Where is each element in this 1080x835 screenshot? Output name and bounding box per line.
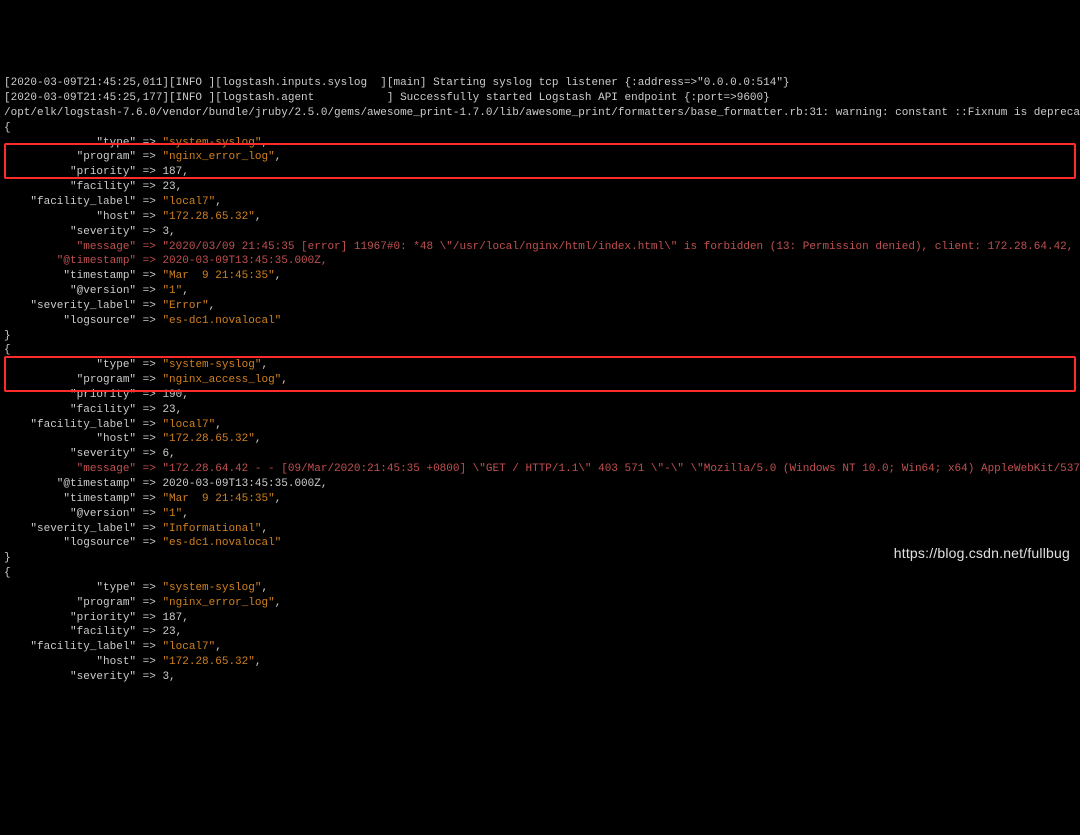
field-facility-label: local7 [169,419,209,431]
terminal-output: [2020-03-09T21:45:25,011][INFO ][logstas… [0,59,1080,686]
field-host: 172.28.65.32 [169,656,248,668]
field-timestamp: Mar 9 21:45:35 [169,493,268,505]
field-version: 1 [169,508,176,520]
field-facility-label: local7 [169,196,209,208]
field-facility-label: local7 [169,641,209,653]
field-timestamp: Mar 9 21:45:35 [169,270,268,282]
field-priority: 187 [162,166,182,178]
field-severity-label: Informational [169,523,255,535]
field-facility: 23 [162,626,175,638]
watermark: https://blog.csdn.net/fullbug [894,544,1070,563]
field-at-timestamp: 2020-03-09T13:45:35.000Z [162,478,320,490]
field-host: 172.28.65.32 [169,433,248,445]
field-type: system-syslog [169,359,255,371]
log-line: /opt/elk/logstash-7.6.0/vendor/bundle/jr… [4,107,1080,119]
field-host: 172.28.65.32 [169,211,248,223]
brace-open: { [4,122,11,134]
field-severity-label: Error [169,300,202,312]
log-line: [2020-03-09T21:45:25,177][INFO ][logstas… [4,92,770,104]
field-message-highlighted: "message" => "2020/03/09 21:45:35 [error… [4,241,1080,253]
brace-open: { [4,344,11,356]
field-message-highlighted: "message" => "172.28.64.42 - - [09/Mar/2… [4,463,1080,475]
field-facility: 23 [162,404,175,416]
field-program: nginx_error_log [169,151,268,163]
field-type: system-syslog [169,137,255,149]
field-logsource: es-dc1.novalocal [169,537,275,549]
field-priority: 187 [162,612,182,624]
field-facility: 23 [162,181,175,193]
field-severity: 3 [162,671,169,683]
field-type: system-syslog [169,582,255,594]
field-version: 1 [169,285,176,297]
field-program: nginx_error_log [169,597,268,609]
field-priority: 190 [162,389,182,401]
brace-close: } [4,552,11,564]
field-program: nginx_access_log [169,374,275,386]
field-at-timestamp-highlighted: "@timestamp" => 2020-03-09T13:45:35.000Z… [4,255,327,267]
log-line: [2020-03-09T21:45:25,011][INFO ][logstas… [4,77,790,89]
brace-close: } [4,330,11,342]
field-logsource: es-dc1.novalocal [169,315,275,327]
